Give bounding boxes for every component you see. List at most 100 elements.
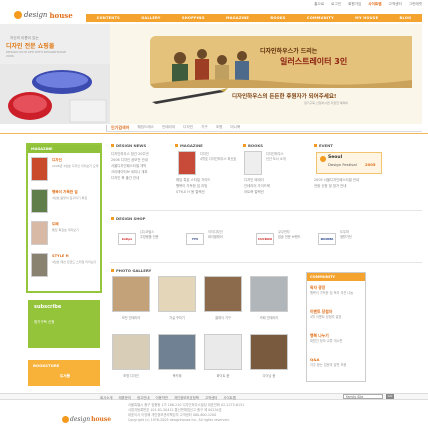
news-item[interactable]: 디자인 북 출간 안내 — [111, 175, 149, 181]
logo-dot-icon — [62, 416, 69, 423]
bullet-icon — [175, 144, 178, 147]
subscribe-banner[interactable]: subscribe 정기구독 신청 — [28, 300, 100, 348]
brand-item[interactable]: CUCKOO 쿠쿠전자 밥솥 전문 브랜드 — [256, 230, 301, 250]
design-shop-title[interactable]: DESIGN SHOP — [111, 216, 145, 221]
photo-gallery-title[interactable]: PHOTO GALLERY — [111, 268, 151, 273]
nav-item-gallery[interactable]: GALLERY — [141, 16, 160, 20]
gallery-photo-caption: 거실 꾸미기 — [169, 316, 185, 320]
magazine-box: MAGAZINE 디자인 2006년 4월호 디자인 미리보기 요약 행복이 가… — [26, 143, 102, 293]
nav-item-books[interactable]: BOOKS — [270, 16, 285, 20]
brand-logo: DOUMA — [318, 233, 336, 245]
design-news-title[interactable]: DESIGN NEWS — [111, 143, 146, 148]
magazine-item-text: 웨딩 특집호 미리보기 — [52, 228, 79, 232]
nav-item-shopping[interactable]: SHOPPING — [182, 16, 205, 20]
magazine-item[interactable]: STYLE H 4월호 패션 트렌드 스타일 미리보기 — [31, 253, 101, 279]
magazine-item[interactable]: 행복이 가득한 집 4월호 봄맞이 집꾸미기 특집 — [31, 189, 101, 215]
top-link[interactable]: 홈으로 — [314, 2, 324, 7]
hero-caption: 디자인하우스의 든든한 후원자가 되어주세요! — [232, 94, 337, 100]
nav-item-contents[interactable]: CONTENTS — [97, 16, 120, 20]
book-thumb[interactable] — [244, 151, 262, 175]
magazine-cover-thumb — [31, 189, 48, 213]
keyword-link[interactable]: 가구 — [201, 125, 208, 130]
event-title[interactable]: EVENT — [314, 143, 333, 148]
divider — [110, 210, 422, 211]
magazine-cover-thumb — [31, 221, 48, 245]
magazine-item-text: 4월호 봄맞이 집꾸미기 특집 — [52, 196, 88, 200]
gallery-photo[interactable] — [158, 334, 196, 370]
gallery-photo[interactable] — [204, 334, 242, 370]
keyword-link[interactable]: 웨딩드레스 — [137, 125, 154, 130]
brand-text: 이이디자인 테이블웨어 — [208, 230, 223, 239]
family-site-go-button[interactable]: GO — [386, 394, 394, 399]
site-logo[interactable]: design house — [14, 9, 73, 21]
brand-item[interactable]: YiYi 이이디자인 테이블웨어 — [186, 230, 226, 250]
top-link-active[interactable]: 사이트맵 — [368, 2, 381, 7]
bookstore-banner[interactable]: BOOKSTORE 도서몰 — [28, 360, 100, 386]
keyword-link[interactable]: 인테리어 — [162, 125, 175, 130]
list-item[interactable]: STYLE H 봄 컬렉션 — [176, 189, 210, 195]
footer-logo[interactable]: design house — [62, 416, 111, 423]
top-link[interactable]: 그린에셋 — [409, 2, 422, 7]
list-item[interactable]: 관람 신청 및 참가 안내 — [314, 183, 359, 189]
gallery-photo[interactable] — [250, 276, 288, 312]
magazine-item[interactable]: 도베 웨딩 특집호 미리보기 — [31, 221, 101, 247]
subscribe-text: 정기구독 신청 — [34, 320, 55, 324]
top-link[interactable]: 로그인 — [331, 2, 341, 7]
logo-dot-icon — [14, 11, 22, 19]
footer-link[interactable]: 이용약관 — [155, 395, 167, 400]
magazine-item[interactable]: 디자인 2006년 4월호 디자인 미리보기 요약 — [31, 157, 101, 183]
gallery-photo-caption: 카페 인테리어 — [259, 316, 279, 320]
footer-link[interactable]: 사이트맵 — [223, 395, 235, 400]
keyword-link[interactable]: 조명 — [216, 125, 223, 130]
footer-link[interactable]: 제휴문의 — [118, 395, 130, 400]
event-dot-icon — [320, 156, 326, 162]
brand-item[interactable]: DOUMA 도우마 생활가전 — [318, 230, 358, 250]
hero-shop-title: 디자인 전문 쇼핑몰 — [6, 43, 55, 50]
magazine-item-title: 디자인 — [52, 158, 62, 162]
brand-logo: CUCKOO — [256, 233, 274, 245]
nav-item-my-house[interactable]: MY HOUSE — [355, 16, 378, 20]
nav-item-community[interactable]: COMMUNITY — [307, 16, 334, 20]
main-nav: CONTENTS GALLERY SHOPPING MAGAZINE BOOKS… — [86, 14, 422, 22]
nav-item-blog[interactable]: BLOG — [400, 16, 412, 20]
magazine-news-title[interactable]: MAGAZINE — [175, 143, 203, 148]
gallery-photo[interactable] — [112, 334, 150, 370]
gallery-photo-caption: 클래식 가구 — [215, 316, 231, 320]
footer-line: Copyright (c) 1976-2005 designhouse inc.… — [128, 418, 230, 422]
list-item[interactable]: 아트북 컬렉션 — [244, 189, 270, 195]
community-item-title[interactable]: Q&A — [310, 357, 319, 362]
brand-text: 도우마 생활가전 — [340, 230, 352, 239]
subscribe-title: subscribe — [34, 304, 62, 310]
gallery-photo[interactable] — [250, 334, 288, 370]
footer-link[interactable]: 회사소개 — [100, 395, 112, 400]
community-item-text: 4월 이벤트 당첨자 발표 — [310, 315, 342, 319]
footer-link[interactable]: 개인정보보호정책 — [174, 395, 199, 400]
brand-item[interactable]: kotips (주)코팁스 주방용품 전문 — [118, 230, 159, 250]
footer-link[interactable]: 고객센터 — [205, 395, 217, 400]
magazine-news-thumb[interactable] — [178, 151, 196, 175]
event-banner[interactable]: Seoul Design Festival 2005 — [316, 152, 382, 174]
top-link[interactable]: 회원가입 — [348, 2, 361, 7]
brand-logo: kotips — [118, 233, 136, 245]
nav-item-magazine[interactable]: MAGAZINE — [226, 16, 249, 20]
footer-logo-house: house — [91, 416, 112, 423]
family-site-select[interactable]: Family Site — [343, 394, 383, 399]
keyword-link[interactable]: 디자인 — [183, 125, 193, 130]
gallery-photo-caption: 북카페 — [172, 374, 182, 378]
gallery-photo[interactable] — [158, 276, 196, 312]
top-link[interactable]: 고객센터 — [389, 2, 402, 7]
hero-sub: 정기구독 신청하시면 다양한 혜택이 — [304, 101, 349, 105]
books-title[interactable]: BOOKS — [243, 143, 263, 148]
footer-link[interactable]: 광고안내 — [137, 395, 149, 400]
bookstore-title: BOOKSTORE — [33, 363, 60, 368]
books-list: 디자인 에세이 인테리어 가이드북 아트북 컬렉션 — [244, 177, 270, 195]
magazine-news-text: 디자인 4월호 디자인하우스 최신호 — [200, 152, 237, 161]
magazine-news-list: 웨딩 특집 스타일 가이드 행복이 가득한 집 리빙 STYLE H 봄 컬렉션 — [176, 177, 210, 195]
keyword-link[interactable]: 미니북 — [230, 125, 240, 130]
community-item-text: 회원간 정보 교류 게시판 — [310, 339, 343, 343]
community-head: COMMUNITY — [307, 273, 365, 281]
hero-shop-banner[interactable]: 자신의 이름이 있는 디자인 전문 쇼핑몰 DESIGN YOUR LIFE W… — [0, 24, 110, 124]
community-box: COMMUNITY 독자 광장 행복이 가득한 집 독자 의견 나눔 이벤트 당… — [306, 272, 366, 382]
gallery-photo[interactable] — [204, 276, 242, 312]
gallery-photo[interactable] — [112, 276, 150, 312]
